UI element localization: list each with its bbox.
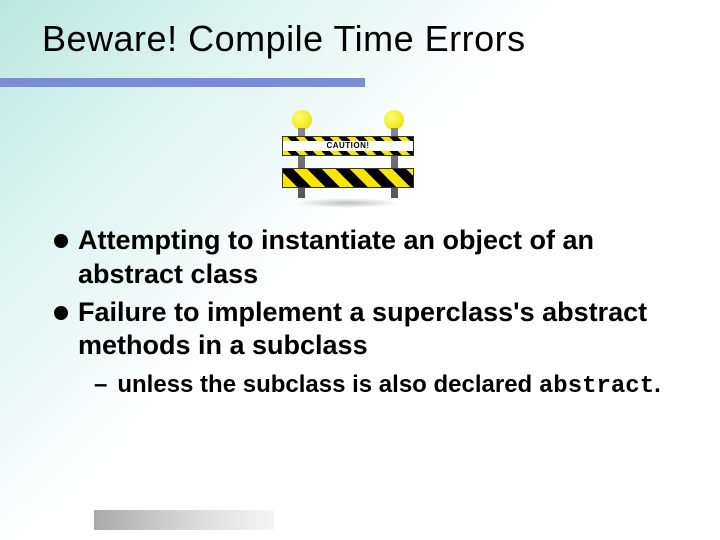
- sub-text-prefix: unless the subclass is also declared: [117, 371, 539, 398]
- caution-board: CAUTION!: [282, 136, 414, 156]
- caution-sign-icon: CAUTION!: [278, 110, 418, 202]
- warning-light-icon: [384, 110, 404, 130]
- footer-accent-bar: [94, 510, 274, 530]
- warning-light-icon: [292, 110, 312, 130]
- bullet-text: Failure to implement a superclass's abst…: [78, 296, 680, 364]
- bullet-item: Attempting to instantiate an object of a…: [54, 224, 680, 292]
- bullet-item: Failure to implement a superclass's abst…: [54, 296, 680, 364]
- sub-bullet-item: – unless the subclass is also declared a…: [94, 369, 680, 402]
- barricade-stripe-board: [282, 168, 414, 188]
- bullet-text: Attempting to instantiate an object of a…: [78, 224, 680, 292]
- title-underline: [0, 78, 365, 87]
- dash-icon: –: [94, 369, 107, 400]
- bullet-icon: [54, 234, 68, 248]
- sub-text-suffix: .: [654, 371, 661, 398]
- slide-title: Beware! Compile Time Errors: [0, 0, 720, 60]
- sub-bullet-text: unless the subclass is also declared abs…: [117, 369, 660, 402]
- shadow: [296, 198, 400, 208]
- slide-body: Attempting to instantiate an object of a…: [54, 224, 680, 402]
- bullet-icon: [54, 306, 68, 320]
- code-keyword: abstract: [539, 373, 654, 400]
